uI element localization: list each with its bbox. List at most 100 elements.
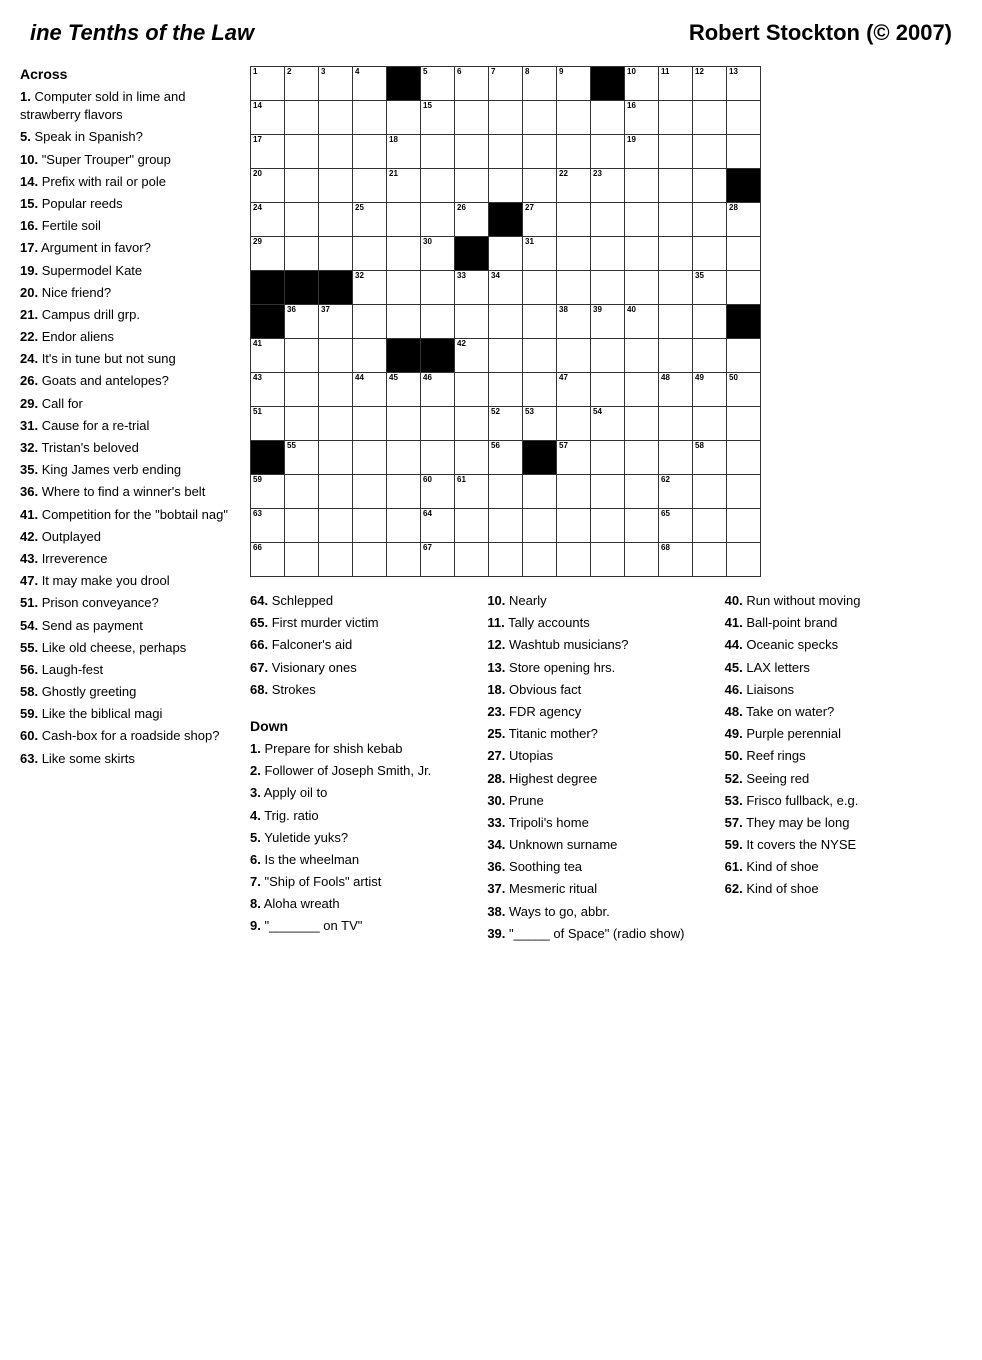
grid-cell[interactable] bbox=[625, 169, 659, 203]
grid-cell[interactable] bbox=[285, 407, 319, 441]
grid-cell[interactable] bbox=[693, 339, 727, 373]
grid-cell[interactable]: 27 bbox=[523, 203, 557, 237]
grid-cell[interactable] bbox=[693, 407, 727, 441]
grid-cell[interactable]: 4 bbox=[353, 67, 387, 101]
grid-cell[interactable] bbox=[353, 475, 387, 509]
grid-cell[interactable] bbox=[319, 271, 353, 305]
grid-cell[interactable] bbox=[625, 543, 659, 577]
grid-cell[interactable]: 24 bbox=[251, 203, 285, 237]
grid-cell[interactable] bbox=[285, 271, 319, 305]
grid-cell[interactable]: 11 bbox=[659, 67, 693, 101]
grid-cell[interactable] bbox=[625, 475, 659, 509]
grid-cell[interactable] bbox=[523, 339, 557, 373]
grid-cell[interactable] bbox=[285, 373, 319, 407]
grid-cell[interactable] bbox=[421, 135, 455, 169]
grid-cell[interactable] bbox=[523, 509, 557, 543]
grid-cell[interactable] bbox=[557, 271, 591, 305]
grid-cell[interactable]: 58 bbox=[693, 441, 727, 475]
grid-cell[interactable]: 7 bbox=[489, 67, 523, 101]
grid-cell[interactable] bbox=[251, 441, 285, 475]
grid-cell[interactable] bbox=[727, 271, 761, 305]
grid-cell[interactable] bbox=[523, 271, 557, 305]
grid-cell[interactable]: 44 bbox=[353, 373, 387, 407]
grid-cell[interactable]: 32 bbox=[353, 271, 387, 305]
grid-cell[interactable] bbox=[489, 305, 523, 339]
grid-cell[interactable] bbox=[659, 203, 693, 237]
grid-cell[interactable]: 16 bbox=[625, 101, 659, 135]
grid-cell[interactable]: 30 bbox=[421, 237, 455, 271]
grid-cell[interactable]: 52 bbox=[489, 407, 523, 441]
grid-cell[interactable]: 35 bbox=[693, 271, 727, 305]
grid-cell[interactable] bbox=[523, 101, 557, 135]
grid-cell[interactable]: 22 bbox=[557, 169, 591, 203]
grid-cell[interactable] bbox=[625, 441, 659, 475]
grid-cell[interactable] bbox=[387, 67, 421, 101]
grid-cell[interactable]: 20 bbox=[251, 169, 285, 203]
grid-cell[interactable] bbox=[489, 475, 523, 509]
grid-cell[interactable]: 57 bbox=[557, 441, 591, 475]
grid-cell[interactable] bbox=[319, 475, 353, 509]
grid-cell[interactable]: 68 bbox=[659, 543, 693, 577]
grid-cell[interactable] bbox=[591, 203, 625, 237]
grid-cell[interactable] bbox=[489, 373, 523, 407]
grid-cell[interactable] bbox=[727, 169, 761, 203]
grid-cell[interactable] bbox=[659, 237, 693, 271]
grid-cell[interactable] bbox=[727, 407, 761, 441]
grid-cell[interactable] bbox=[387, 305, 421, 339]
grid-cell[interactable]: 60 bbox=[421, 475, 455, 509]
grid-cell[interactable]: 67 bbox=[421, 543, 455, 577]
grid-cell[interactable] bbox=[693, 237, 727, 271]
grid-cell[interactable]: 59 bbox=[251, 475, 285, 509]
grid-cell[interactable] bbox=[387, 441, 421, 475]
grid-cell[interactable]: 39 bbox=[591, 305, 625, 339]
grid-cell[interactable] bbox=[489, 135, 523, 169]
grid-cell[interactable] bbox=[421, 441, 455, 475]
grid-cell[interactable] bbox=[693, 509, 727, 543]
grid-cell[interactable] bbox=[251, 305, 285, 339]
grid-cell[interactable] bbox=[693, 101, 727, 135]
grid-cell[interactable] bbox=[489, 339, 523, 373]
grid-cell[interactable] bbox=[523, 475, 557, 509]
grid-cell[interactable]: 23 bbox=[591, 169, 625, 203]
grid-cell[interactable] bbox=[455, 101, 489, 135]
grid-cell[interactable] bbox=[455, 509, 489, 543]
grid-cell[interactable]: 41 bbox=[251, 339, 285, 373]
grid-cell[interactable] bbox=[693, 203, 727, 237]
grid-cell[interactable] bbox=[591, 67, 625, 101]
grid-cell[interactable] bbox=[285, 339, 319, 373]
grid-cell[interactable] bbox=[727, 509, 761, 543]
grid-cell[interactable] bbox=[625, 509, 659, 543]
grid-cell[interactable] bbox=[591, 373, 625, 407]
grid-cell[interactable]: 14 bbox=[251, 101, 285, 135]
grid-cell[interactable]: 26 bbox=[455, 203, 489, 237]
grid-cell[interactable] bbox=[455, 543, 489, 577]
grid-cell[interactable]: 50 bbox=[727, 373, 761, 407]
grid-cell[interactable] bbox=[659, 441, 693, 475]
grid-cell[interactable] bbox=[591, 441, 625, 475]
grid-cell[interactable]: 18 bbox=[387, 135, 421, 169]
grid-cell[interactable] bbox=[421, 271, 455, 305]
grid-cell[interactable]: 3 bbox=[319, 67, 353, 101]
grid-cell[interactable] bbox=[557, 135, 591, 169]
grid-cell[interactable]: 63 bbox=[251, 509, 285, 543]
grid-cell[interactable]: 12 bbox=[693, 67, 727, 101]
grid-cell[interactable] bbox=[557, 339, 591, 373]
grid-cell[interactable] bbox=[455, 407, 489, 441]
grid-cell[interactable]: 54 bbox=[591, 407, 625, 441]
grid-cell[interactable] bbox=[319, 203, 353, 237]
grid-cell[interactable] bbox=[693, 543, 727, 577]
grid-cell[interactable] bbox=[353, 509, 387, 543]
grid-cell[interactable] bbox=[387, 509, 421, 543]
grid-cell[interactable] bbox=[251, 271, 285, 305]
grid-cell[interactable] bbox=[557, 475, 591, 509]
grid-cell[interactable]: 31 bbox=[523, 237, 557, 271]
grid-cell[interactable] bbox=[591, 339, 625, 373]
grid-cell[interactable] bbox=[557, 101, 591, 135]
grid-cell[interactable] bbox=[387, 271, 421, 305]
grid-cell[interactable] bbox=[455, 135, 489, 169]
grid-cell[interactable] bbox=[455, 237, 489, 271]
grid-cell[interactable] bbox=[353, 305, 387, 339]
grid-cell[interactable] bbox=[421, 339, 455, 373]
grid-cell[interactable] bbox=[353, 101, 387, 135]
grid-cell[interactable] bbox=[387, 475, 421, 509]
